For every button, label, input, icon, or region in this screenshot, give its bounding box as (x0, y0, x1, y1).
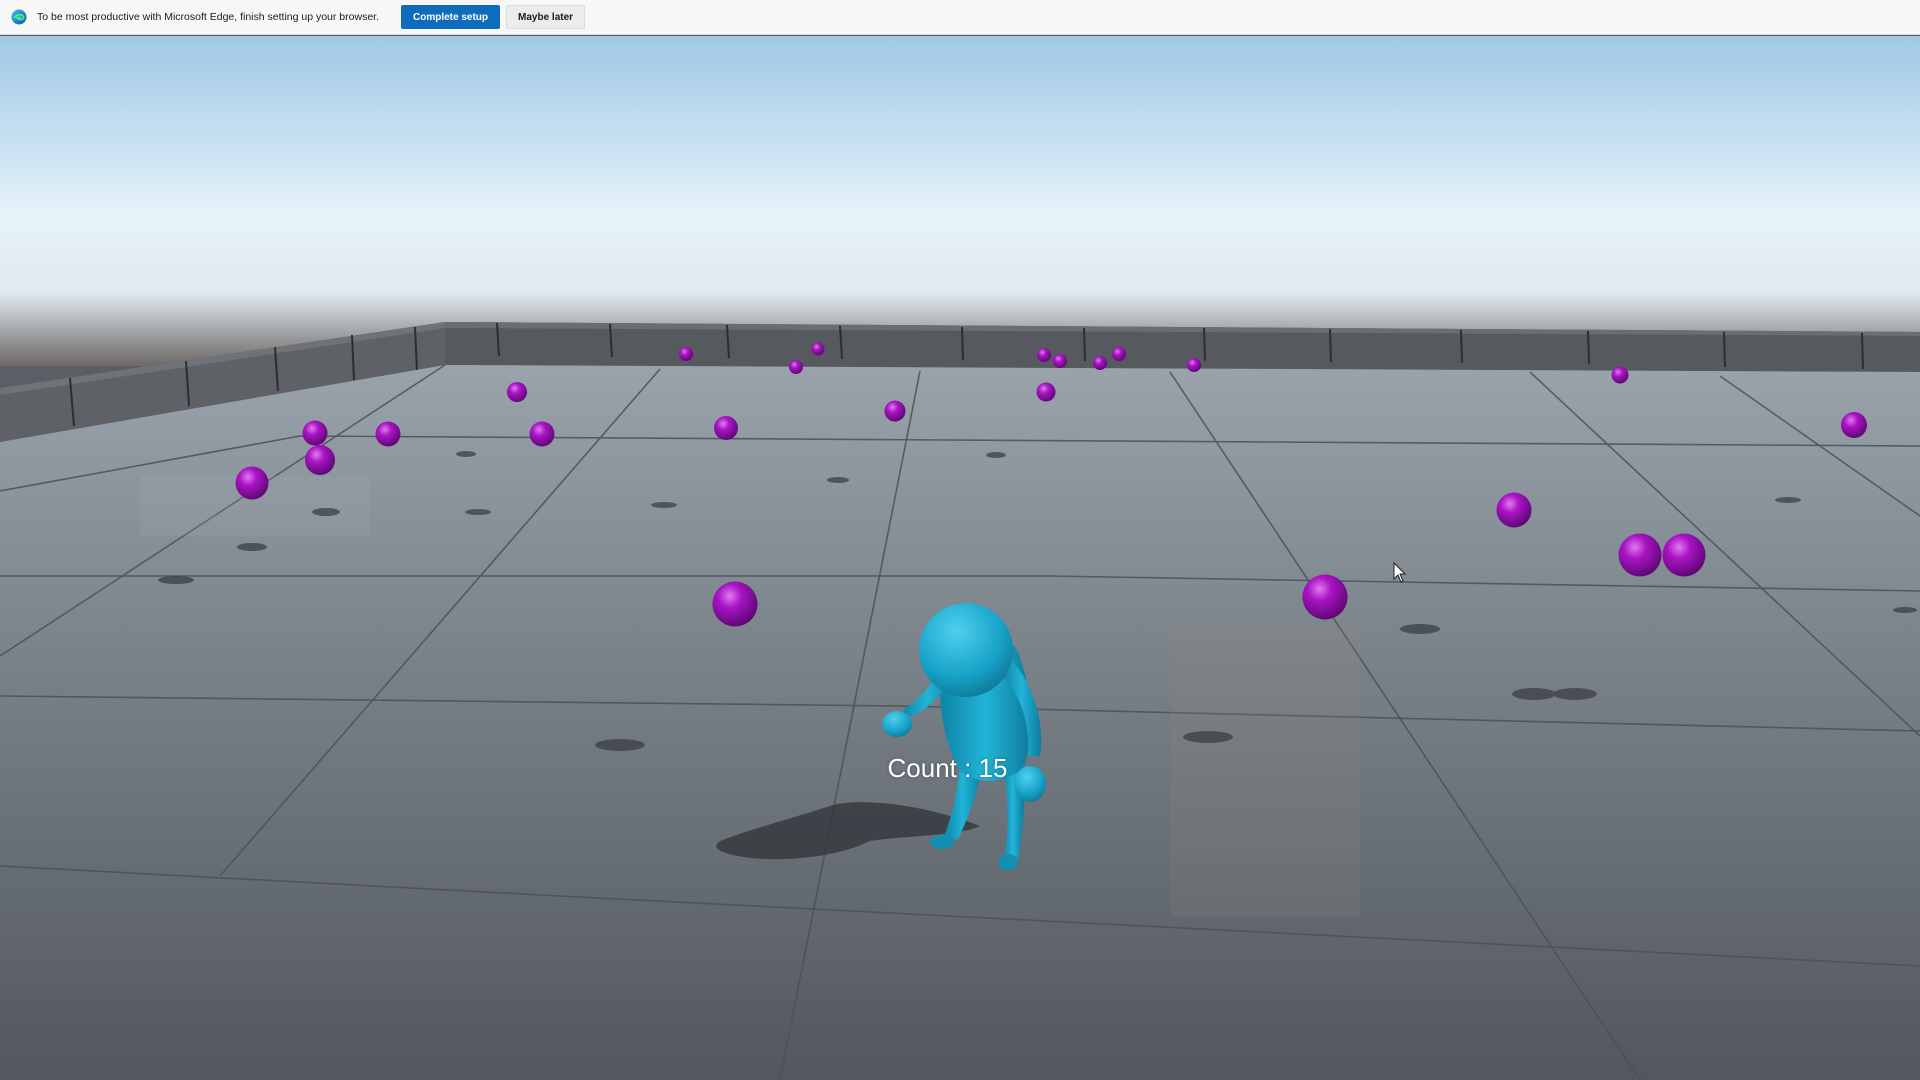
pickup-sphere (712, 581, 758, 627)
pickup-sphere (375, 421, 401, 447)
game-viewport[interactable] (0, 36, 1920, 1080)
pickup-sphere (1662, 533, 1706, 577)
pickup-sphere (1093, 356, 1107, 370)
pickup-sphere (1037, 348, 1051, 362)
complete-setup-button[interactable]: Complete setup (401, 5, 501, 29)
pickup-sphere (1496, 492, 1532, 528)
maybe-later-button[interactable]: Maybe later (506, 5, 586, 29)
sky (0, 36, 1920, 366)
pickup-sphere (507, 382, 527, 402)
edge-setup-banner: To be most productive with Microsoft Edg… (0, 0, 1920, 35)
pickup-sphere (714, 416, 738, 440)
pickup-sphere (1618, 533, 1662, 577)
pickup-sphere (1611, 366, 1629, 384)
pickup-sphere (235, 466, 269, 500)
pickup-sphere (1036, 382, 1056, 402)
pickup-sphere (679, 347, 693, 361)
edge-logo-icon (11, 9, 27, 25)
pickup-sphere (1112, 347, 1126, 361)
pickup-sphere (884, 400, 906, 422)
pickup-sphere (1841, 412, 1867, 438)
count-label: Count : 15 (887, 753, 1008, 783)
pickup-sphere (302, 420, 328, 446)
pickup-sphere (1302, 574, 1348, 620)
pickup-sphere (529, 421, 555, 447)
pickup-sphere (789, 360, 803, 374)
setup-message: To be most productive with Microsoft Edg… (37, 11, 379, 23)
pickup-sphere (305, 445, 335, 475)
pickup-sphere (1053, 354, 1067, 368)
pickup-sphere (811, 342, 825, 356)
pickup-sphere (1187, 358, 1201, 372)
